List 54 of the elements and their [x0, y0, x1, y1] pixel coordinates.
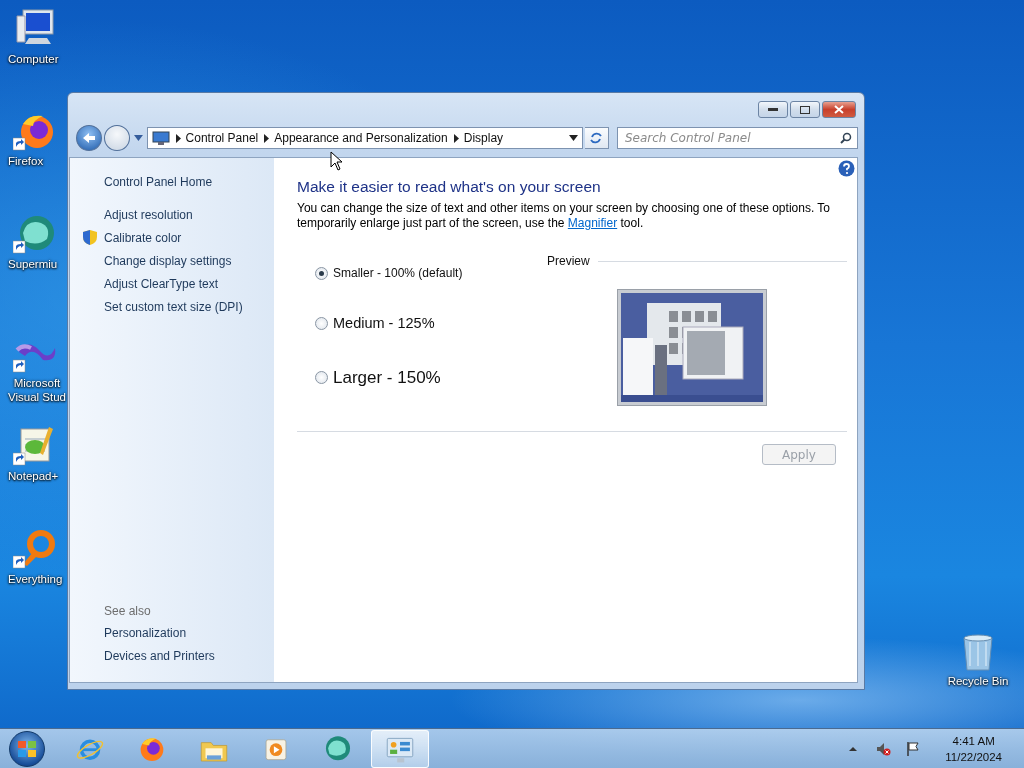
back-arrow-icon: [81, 132, 96, 144]
magnifier-link[interactable]: Magnifier: [567, 216, 618, 230]
minimize-icon: [768, 107, 778, 112]
shield-icon: [82, 229, 98, 246]
refresh-button[interactable]: [585, 127, 609, 149]
desktop-icon-label: Everything: [8, 572, 63, 586]
desktop-icon-label: Recycle Bin: [947, 674, 1009, 688]
desktop-icon-label: Microsoft Visual Stud: [8, 376, 66, 404]
sidebar-link[interactable]: Calibrate color: [104, 229, 182, 246]
see-also-heading: See also: [104, 604, 152, 618]
breadcrumb[interactable]: Appearance and Personalization: [274, 131, 448, 145]
back-button[interactable]: [76, 125, 102, 151]
flag-icon[interactable]: [905, 740, 922, 757]
sidebar-link[interactable]: Adjust ClearType text: [104, 275, 219, 292]
start-button[interactable]: [9, 730, 45, 767]
windows-logo-icon: [17, 739, 37, 758]
help-icon[interactable]: [838, 160, 855, 177]
clock[interactable]: 4:41 AM 11/22/2024: [945, 732, 1002, 765]
clock-time: 4:41 AM: [952, 733, 995, 749]
sidebar-link[interactable]: Change display settings: [104, 252, 232, 269]
refresh-icon: [589, 131, 604, 145]
taskbar-button[interactable]: [371, 729, 429, 768]
chevron-icon[interactable]: [451, 133, 460, 143]
desktop-icon-label: Firefox: [8, 154, 44, 168]
desktop-icon-label: Notepad+: [8, 469, 59, 483]
control-panel-icon: [151, 131, 170, 145]
search-icon[interactable]: [840, 132, 852, 144]
desktop-icon-label: Supermiu: [8, 257, 58, 271]
sidebar-link[interactable]: Set custom text size (DPI): [104, 298, 243, 315]
caret-icon[interactable]: [569, 135, 579, 141]
address-bar[interactable]: Control Panel Appearance and Personalization Display: [146, 127, 584, 149]
size-option[interactable]: Smaller - 100% (default): [315, 261, 547, 285]
page-title: Make it easier to read what's on your screen: [297, 178, 602, 196]
sidebar-link[interactable]: Control Panel Home: [104, 174, 274, 190]
close-icon: [834, 105, 844, 114]
sidebar-link[interactable]: Personalization: [104, 625, 274, 641]
maximize-icon: [800, 105, 810, 114]
minimize-button[interactable]: [758, 101, 788, 118]
clock-date: 11/22/2024: [945, 749, 1002, 765]
chevron-icon[interactable]: [173, 133, 182, 143]
size-option[interactable]: Medium - 125%: [315, 311, 547, 335]
chevron-icon[interactable]: [262, 133, 271, 143]
forward-button[interactable]: [103, 125, 130, 151]
maximize-button[interactable]: [790, 101, 820, 118]
breadcrumb[interactable]: Control Panel: [185, 131, 259, 145]
sidebar-link[interactable]: Devices and Printers: [104, 648, 274, 664]
desktop-icon-label: Computer: [8, 52, 59, 66]
sidebar-link[interactable]: Adjust resolution: [104, 206, 193, 223]
search-box[interactable]: Search Control Panel: [616, 127, 858, 149]
preview-label: Preview: [547, 254, 590, 268]
close-button[interactable]: [822, 101, 856, 118]
description: You can change the size of text and other items on your screen by choosing one of these options. To temporarily enlarge just part of the screen, use the Magnifier tool.: [297, 201, 831, 231]
size-option[interactable]: Larger - 150%: [315, 364, 547, 391]
breadcrumb[interactable]: Display: [463, 131, 504, 145]
